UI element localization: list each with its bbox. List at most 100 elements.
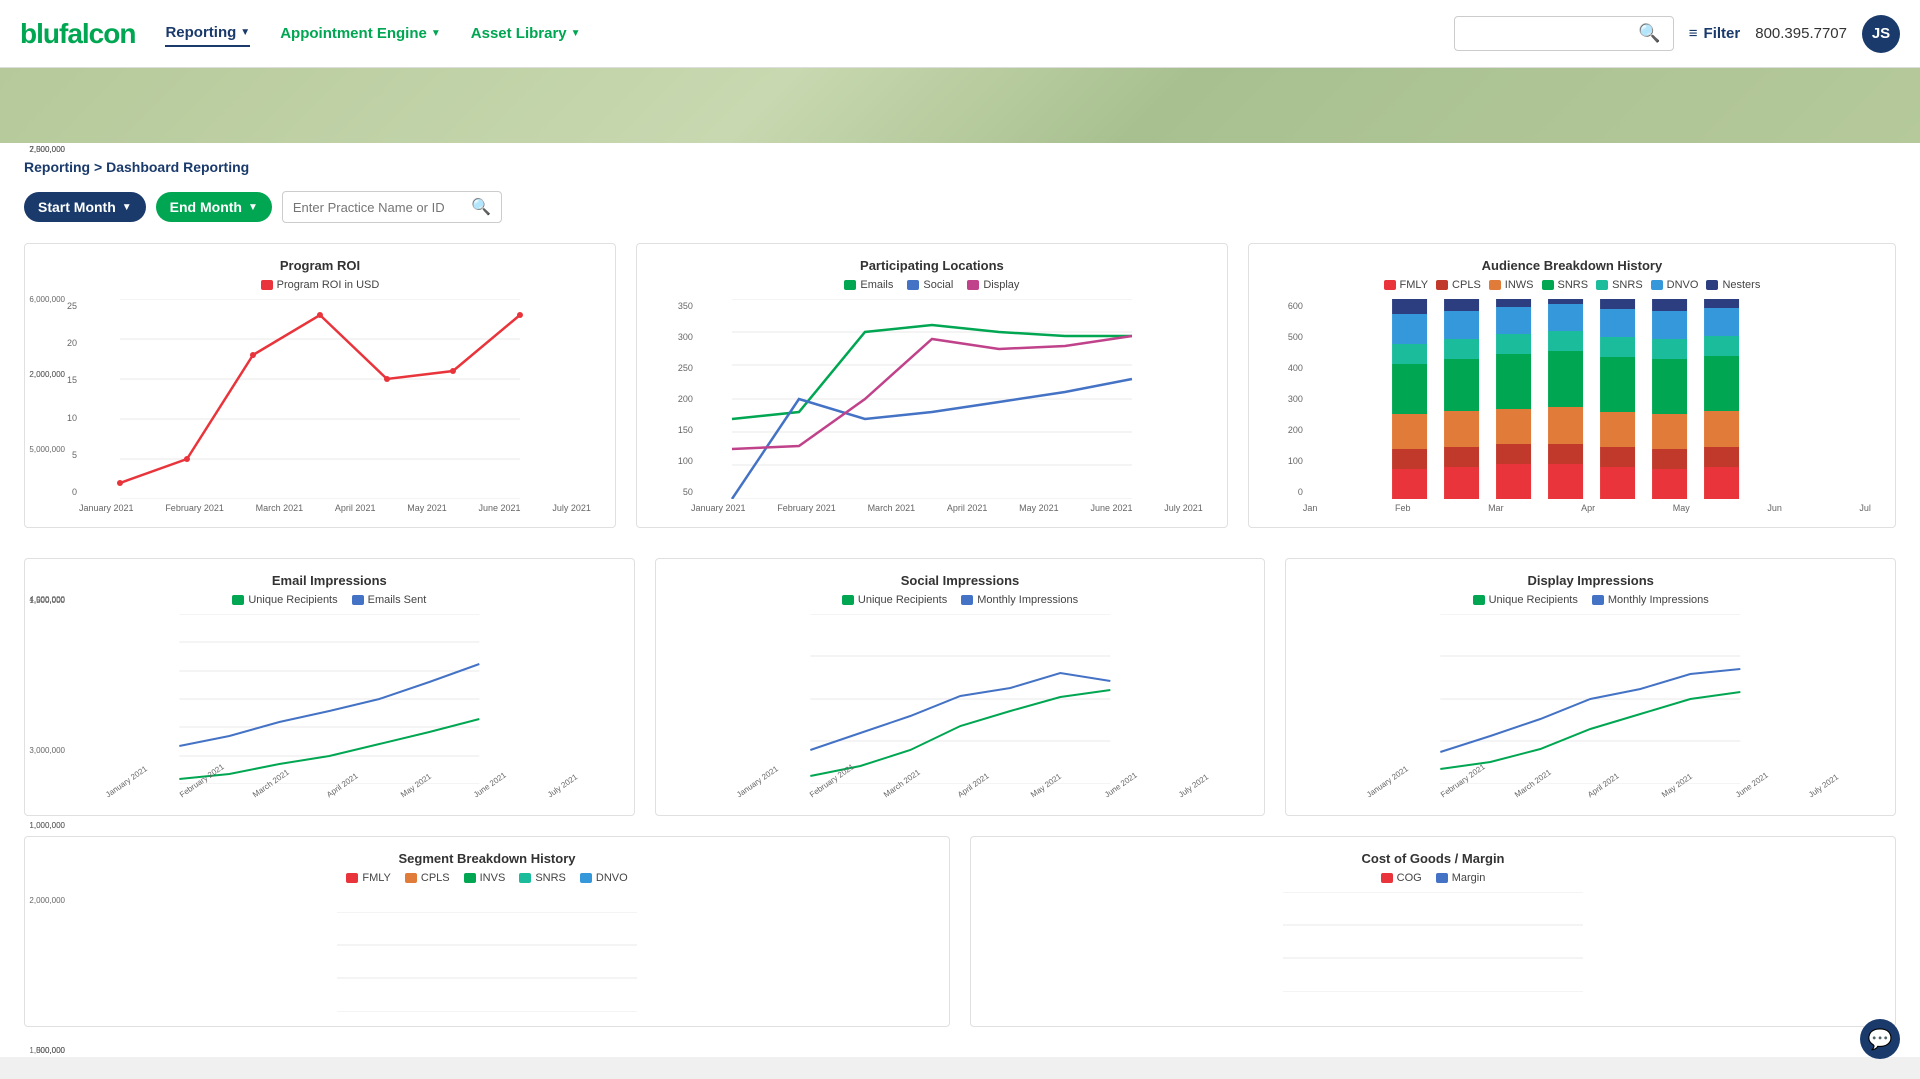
cost-of-goods-chart: Cost of Goods / Margin COG Margin xyxy=(970,836,1896,1027)
legend-social: Social xyxy=(907,279,953,291)
legend-color-nesters2 xyxy=(1706,280,1718,290)
legend-color-unique xyxy=(232,595,244,605)
phone-number: 800.395.7707 xyxy=(1755,25,1847,42)
legend-color-nesters xyxy=(1651,280,1663,290)
navigation: Reporting ▼ Appointment Engine ▼ Asset L… xyxy=(165,20,580,47)
legend-color-roi xyxy=(261,280,273,290)
legend-color-dnvo-seg xyxy=(580,873,592,883)
cost-of-goods-svg xyxy=(985,892,1881,992)
header-search-box[interactable]: 🔍 xyxy=(1454,16,1674,51)
header-search-input[interactable] xyxy=(1467,26,1639,42)
legend-color-unique-social xyxy=(842,595,854,605)
legend-display: Display xyxy=(967,279,1019,291)
legend-dnvo-seg: DNVO xyxy=(580,872,628,884)
cost-of-goods-legend: COG Margin xyxy=(985,872,1881,884)
breadcrumb-dashboard: Dashboard Reporting xyxy=(106,159,249,175)
logo-green: falcon xyxy=(59,18,135,49)
email-impressions-legend: Unique Recipients Emails Sent xyxy=(39,594,620,606)
top-charts-row: Program ROI Program ROI in USD 25 20 15 … xyxy=(24,243,1896,528)
legend-margin: Margin xyxy=(1436,872,1486,884)
legend-color-emails xyxy=(844,280,856,290)
legend-color-cpls1 xyxy=(1436,280,1448,290)
social-impressions-title: Social Impressions xyxy=(670,573,1251,588)
legend-color-cog xyxy=(1381,873,1393,883)
chevron-down-icon: ▼ xyxy=(248,202,258,213)
legend-color-margin xyxy=(1436,873,1448,883)
legend-color-fmly-seg xyxy=(346,873,358,883)
chat-icon-symbol: 💬 xyxy=(1868,1027,1893,1052)
nav-appointment-engine[interactable]: Appointment Engine ▼ xyxy=(280,21,441,46)
header: blufalcon Reporting ▼ Appointment Engine… xyxy=(0,0,1920,68)
legend-unique-display: Unique Recipients xyxy=(1473,594,1578,606)
legend-color-social xyxy=(907,280,919,290)
end-month-dropdown[interactable]: End Month ▼ xyxy=(156,192,272,222)
legend-dnvo: SNRS xyxy=(1596,279,1643,291)
header-search-button[interactable]: 🔍 xyxy=(1638,23,1660,44)
legend-invs-seg: INVS xyxy=(464,872,506,884)
display-impressions-chart: Display Impressions Unique Recipients Mo… xyxy=(1285,558,1896,816)
display-impressions-title: Display Impressions xyxy=(1300,573,1881,588)
legend-color-fmly xyxy=(1384,280,1396,290)
practice-search-box[interactable]: 🔍 xyxy=(282,191,502,223)
legend-emails-sent: Emails Sent xyxy=(352,594,427,606)
legend-invs: INWS xyxy=(1489,279,1534,291)
map-background xyxy=(0,68,1920,143)
main-content: Reporting > Dashboard Reporting Start Mo… xyxy=(0,143,1920,1057)
cost-of-goods-area xyxy=(985,892,1881,1012)
legend-color-emails-sent xyxy=(352,595,364,605)
search-icon: 🔍 xyxy=(471,197,491,217)
segment-breakdown-chart: Segment Breakdown History FMLY CPLS INVS… xyxy=(24,836,950,1027)
social-impressions-legend: Unique Recipients Monthly Impressions xyxy=(670,594,1251,606)
nav-asset-library[interactable]: Asset Library ▼ xyxy=(471,21,581,46)
legend-color-invs xyxy=(1489,280,1501,290)
chevron-down-icon: ▼ xyxy=(431,28,441,39)
legend-color-monthly-social xyxy=(961,595,973,605)
filter-icon: ≡ xyxy=(1689,25,1698,42)
legend-color-snrs xyxy=(1542,280,1554,290)
legend-color-cpls-seg xyxy=(405,873,417,883)
legend-cog: COG xyxy=(1381,872,1422,884)
social-impressions-chart: Social Impressions Unique Recipients Mon… xyxy=(655,558,1266,816)
display-impressions-legend: Unique Recipients Monthly Impressions xyxy=(1300,594,1881,606)
legend-unique-recipients-email: Unique Recipients xyxy=(232,594,337,606)
email-impressions-chart: Email Impressions Unique Recipients Emai… xyxy=(24,558,635,816)
breadcrumb: Reporting > Dashboard Reporting xyxy=(24,159,1896,175)
audience-breakdown-svg xyxy=(1263,299,1881,499)
practice-search-input[interactable] xyxy=(293,200,471,215)
breadcrumb-separator: > xyxy=(94,159,106,175)
audience-breakdown-chart: Audience Breakdown History FMLY CPLS INW… xyxy=(1248,243,1896,528)
impression-charts-row: Email Impressions Unique Recipients Emai… xyxy=(24,558,1896,816)
legend-item-roi: Program ROI in USD xyxy=(261,279,380,291)
participating-locations-chart: Participating Locations Emails Social Di… xyxy=(636,243,1228,528)
segment-breakdown-placeholder xyxy=(39,892,935,1012)
program-roi-x-labels: January 2021 February 2021 March 2021 Ap… xyxy=(39,499,601,513)
audience-breakdown-legend: FMLY CPLS INWS SNRS SNRS xyxy=(1263,279,1881,291)
filter-button[interactable]: ≡ Filter xyxy=(1689,25,1740,42)
segment-cog-row: Segment Breakdown History FMLY CPLS INVS… xyxy=(24,836,1896,1027)
participating-locations-title: Participating Locations xyxy=(651,258,1213,273)
legend-unique-social: Unique Recipients xyxy=(842,594,947,606)
audience-breakdown-x-labels: Jan Feb Mar Apr May Jun Jul xyxy=(1263,499,1881,513)
legend-monthly-social: Monthly Impressions xyxy=(961,594,1078,606)
legend-color-snrs-seg xyxy=(519,873,531,883)
logo[interactable]: blufalcon xyxy=(20,18,135,50)
segment-breakdown-legend: FMLY CPLS INVS SNRS DNVO xyxy=(39,872,935,884)
filters-bar: Start Month ▼ End Month ▼ 🔍 xyxy=(24,191,1896,223)
legend-monthly-display: Monthly Impressions xyxy=(1592,594,1709,606)
legend-color-dnvo xyxy=(1596,280,1608,290)
legend-fmly-seg: FMLY xyxy=(346,872,391,884)
legend-color-monthly-display xyxy=(1592,595,1604,605)
program-roi-title: Program ROI xyxy=(39,258,601,273)
program-roi-svg xyxy=(39,299,601,499)
chevron-down-icon: ▼ xyxy=(240,27,250,38)
chat-button[interactable]: 💬 xyxy=(1860,1019,1900,1059)
nav-reporting[interactable]: Reporting ▼ xyxy=(165,20,250,47)
avatar[interactable]: JS xyxy=(1862,15,1900,53)
program-roi-legend: Program ROI in USD xyxy=(39,279,601,291)
legend-color-invs-seg xyxy=(464,873,476,883)
logo-blue: blu xyxy=(20,18,59,49)
segment-breakdown-title: Segment Breakdown History xyxy=(39,851,935,866)
chevron-down-icon: ▼ xyxy=(122,202,132,213)
header-right: 🔍 ≡ Filter 800.395.7707 JS xyxy=(1454,15,1900,53)
segment-breakdown-svg xyxy=(39,912,935,1012)
